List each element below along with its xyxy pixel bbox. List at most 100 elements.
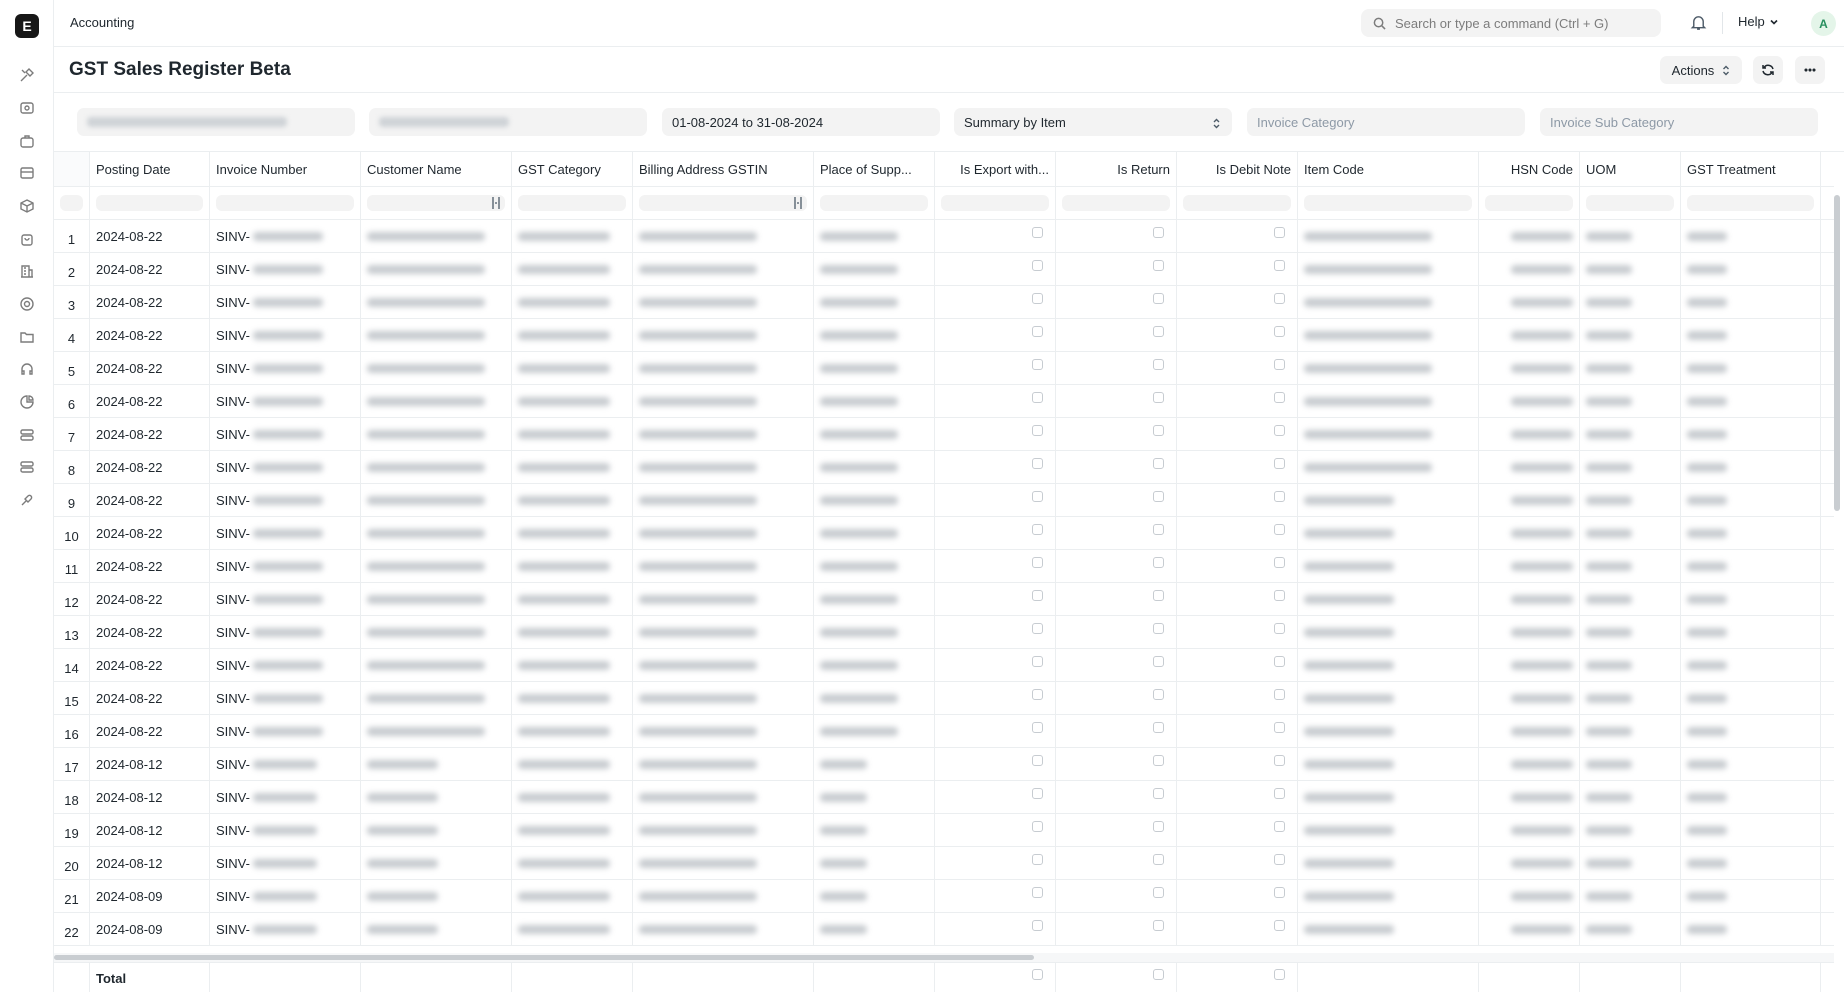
table-cell[interactable] xyxy=(1298,517,1479,549)
table-cell[interactable] xyxy=(633,550,814,582)
table-cell[interactable] xyxy=(361,484,512,516)
server-icon[interactable] xyxy=(19,427,35,443)
checkbox[interactable] xyxy=(1032,622,1043,634)
table-cell[interactable] xyxy=(935,550,1056,582)
posting-date-cell[interactable]: 2024-08-12 xyxy=(90,847,210,879)
column-filter-cell[interactable] xyxy=(1298,187,1479,219)
table-cell[interactable] xyxy=(1681,517,1821,549)
table-cell[interactable] xyxy=(1056,880,1177,912)
checkbox[interactable] xyxy=(1153,226,1164,238)
table-cell[interactable] xyxy=(1298,748,1479,780)
checkbox[interactable] xyxy=(1032,787,1043,799)
checkbox[interactable] xyxy=(1153,688,1164,700)
checkbox[interactable] xyxy=(1153,457,1164,469)
checkbox[interactable] xyxy=(1153,655,1164,667)
table-cell[interactable] xyxy=(1479,748,1580,780)
table-cell[interactable] xyxy=(814,748,935,780)
checkbox[interactable] xyxy=(1032,688,1043,700)
table-row[interactable]: 11 2024-08-22 SINV- xyxy=(54,550,1834,583)
posting-date-cell[interactable]: 2024-08-22 xyxy=(90,286,210,318)
table-row[interactable]: 2 2024-08-22 SINV- xyxy=(54,253,1834,286)
table-cell[interactable] xyxy=(1056,748,1177,780)
checkbox[interactable] xyxy=(1274,688,1285,700)
table-cell[interactable] xyxy=(1177,253,1298,285)
table-cell[interactable] xyxy=(1580,616,1681,648)
table-cell[interactable] xyxy=(935,781,1056,813)
column-filter-input[interactable] xyxy=(639,195,807,211)
checkbox[interactable] xyxy=(1274,968,1285,980)
invoice-number-cell[interactable]: SINV- xyxy=(210,616,361,648)
posting-date-cell[interactable]: 2024-08-22 xyxy=(90,253,210,285)
invoice-category-filter[interactable]: Invoice Category xyxy=(1247,108,1525,136)
table-cell[interactable] xyxy=(1177,385,1298,417)
table-cell[interactable] xyxy=(633,451,814,483)
table-cell[interactable] xyxy=(1177,616,1298,648)
table-cell[interactable] xyxy=(1056,253,1177,285)
table-cell[interactable] xyxy=(1177,451,1298,483)
checkbox[interactable] xyxy=(1153,886,1164,898)
table-cell[interactable] xyxy=(814,616,935,648)
table-cell[interactable] xyxy=(361,253,512,285)
table-cell[interactable] xyxy=(814,682,935,714)
table-cell[interactable] xyxy=(1177,583,1298,615)
checkbox[interactable] xyxy=(1274,787,1285,799)
table-cell[interactable] xyxy=(633,286,814,318)
table-cell[interactable] xyxy=(633,913,814,945)
link-icon[interactable] xyxy=(19,492,35,508)
checkbox[interactable] xyxy=(1274,259,1285,271)
table-cell[interactable] xyxy=(935,682,1056,714)
table-cell[interactable] xyxy=(1056,550,1177,582)
table-cell[interactable] xyxy=(1298,352,1479,384)
column-header[interactable]: UOM xyxy=(1580,152,1681,186)
column-header[interactable]: Billing Address GSTIN xyxy=(633,152,814,186)
briefcase-icon[interactable] xyxy=(19,133,35,149)
checkbox[interactable] xyxy=(1153,523,1164,535)
table-cell[interactable] xyxy=(512,715,633,747)
table-cell[interactable] xyxy=(1580,253,1681,285)
table-cell[interactable] xyxy=(935,616,1056,648)
table-cell[interactable] xyxy=(814,253,935,285)
checkbox[interactable] xyxy=(1153,292,1164,304)
checkbox[interactable] xyxy=(1274,721,1285,733)
checkbox[interactable] xyxy=(1032,556,1043,568)
table-cell[interactable] xyxy=(633,583,814,615)
checkbox[interactable] xyxy=(1153,424,1164,436)
table-cell[interactable] xyxy=(1177,748,1298,780)
table-cell[interactable] xyxy=(1479,880,1580,912)
checkbox[interactable] xyxy=(1032,259,1043,271)
checkbox[interactable] xyxy=(1274,589,1285,601)
table-cell[interactable] xyxy=(633,682,814,714)
posting-date-cell[interactable]: 2024-08-09 xyxy=(90,913,210,945)
table-cell[interactable] xyxy=(512,385,633,417)
table-cell[interactable] xyxy=(935,253,1056,285)
table-cell[interactable] xyxy=(512,550,633,582)
table-cell[interactable] xyxy=(361,715,512,747)
table-cell[interactable] xyxy=(935,352,1056,384)
invoice-number-cell[interactable]: SINV- xyxy=(210,253,361,285)
table-cell[interactable] xyxy=(1580,715,1681,747)
checkbox[interactable] xyxy=(1274,292,1285,304)
checkbox[interactable] xyxy=(1153,622,1164,634)
table-cell[interactable] xyxy=(1681,253,1821,285)
table-cell[interactable] xyxy=(814,451,935,483)
table-cell[interactable] xyxy=(814,847,935,879)
column-header[interactable]: Place of Supp... xyxy=(814,152,935,186)
invoice-number-cell[interactable]: SINV- xyxy=(210,550,361,582)
server-icon[interactable] xyxy=(19,459,35,475)
table-cell[interactable] xyxy=(814,319,935,351)
table-cell[interactable] xyxy=(512,484,633,516)
table-cell[interactable] xyxy=(935,649,1056,681)
column-filter-input[interactable] xyxy=(1183,195,1291,211)
table-cell[interactable] xyxy=(1681,286,1821,318)
refresh-button[interactable] xyxy=(1753,56,1783,84)
horizontal-scrollbar[interactable] xyxy=(54,955,1034,960)
table-cell[interactable] xyxy=(1479,484,1580,516)
column-header[interactable]: Is Debit Note xyxy=(1177,152,1298,186)
table-cell[interactable] xyxy=(361,616,512,648)
date-range-filter[interactable]: 01-08-2024 to 31-08-2024 xyxy=(662,108,940,136)
table-cell[interactable] xyxy=(1056,682,1177,714)
table-cell[interactable] xyxy=(633,418,814,450)
checkbox[interactable] xyxy=(1274,457,1285,469)
table-cell[interactable] xyxy=(633,385,814,417)
table-cell[interactable] xyxy=(814,550,935,582)
